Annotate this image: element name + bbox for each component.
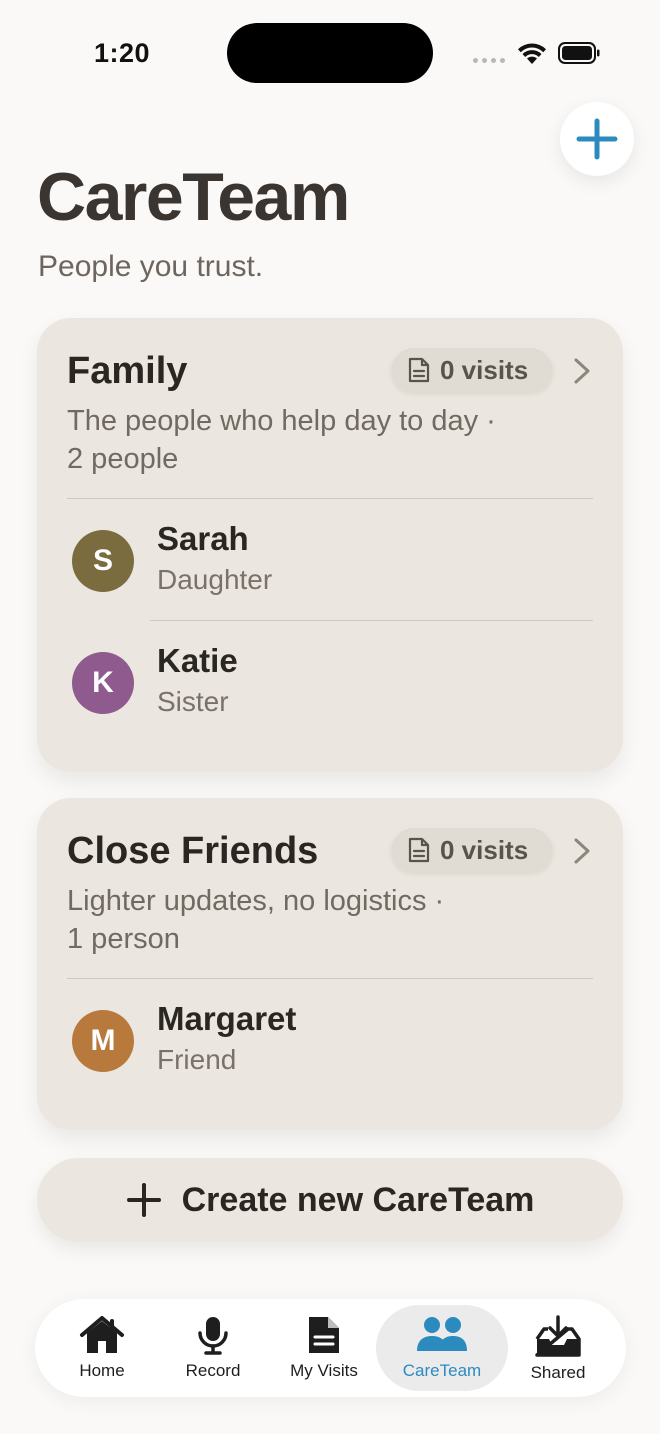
wifi-icon: [518, 43, 546, 64]
avatar: S: [72, 530, 134, 592]
divider: [67, 978, 593, 979]
tab-label: Record: [185, 1361, 241, 1380]
tab-label: Shared: [530, 1363, 586, 1382]
member-name: Sarah: [157, 520, 249, 557]
tab-home[interactable]: Home: [46, 1305, 158, 1391]
chevron-right-icon[interactable]: [571, 838, 593, 864]
page-title: CareTeam: [37, 159, 350, 235]
tab-label: CareTeam: [402, 1361, 482, 1380]
member-name: Katie: [157, 642, 238, 679]
divider: [150, 620, 593, 621]
battery-icon: [558, 42, 600, 64]
careteam-description: Lighter updates, no logistics · 1 person: [67, 885, 445, 955]
visits-count: 0 visits: [440, 834, 529, 865]
member-name: Margaret: [157, 1000, 297, 1037]
page-subtitle: People you trust.: [38, 250, 264, 283]
tab-bar: Home Record My Visits CareTeam Shared: [35, 1299, 626, 1397]
careteam-screen: 1:20 CareTeam People you trust. Family 0…: [0, 0, 660, 1434]
document-icon: [408, 837, 430, 863]
member-role: Daughter: [157, 564, 273, 595]
careteam-name: Close Friends: [67, 830, 319, 872]
tab-shared[interactable]: Shared: [502, 1305, 614, 1391]
careteam-card-family[interactable]: Family 0 visits The people who help day …: [37, 318, 623, 772]
avatar: M: [72, 1010, 134, 1072]
careteam-description: The people who help day to day · 2 peopl…: [67, 405, 496, 475]
create-careteam-label: Create new CareTeam: [181, 1180, 535, 1219]
tab-label: My Visits: [290, 1361, 358, 1380]
tab-record[interactable]: Record: [157, 1305, 269, 1391]
tab-my-visits[interactable]: My Visits: [268, 1305, 380, 1391]
document-icon: [309, 1317, 339, 1353]
create-careteam-button[interactable]: Create new CareTeam: [37, 1158, 623, 1242]
chevron-right-icon[interactable]: [571, 358, 593, 384]
cellular-signal-icon: [473, 58, 505, 63]
divider: [67, 498, 593, 499]
visits-badge[interactable]: 0 visits: [390, 346, 554, 394]
careteam-card-close-friends[interactable]: Close Friends 0 visits Lighter updates, …: [37, 798, 623, 1130]
tab-label: Home: [79, 1361, 125, 1380]
plus-icon: [126, 1183, 161, 1217]
member-row-sarah[interactable]: S Sarah Daughter: [72, 520, 592, 620]
member-row-margaret[interactable]: M Margaret Friend: [72, 1000, 592, 1100]
home-icon: [80, 1316, 124, 1353]
people-icon: [417, 1317, 467, 1351]
avatar: K: [72, 652, 134, 714]
dynamic-island: [227, 23, 433, 83]
tab-careteam[interactable]: CareTeam: [376, 1305, 508, 1391]
add-button[interactable]: [560, 102, 634, 176]
member-row-katie[interactable]: K Katie Sister: [72, 642, 592, 742]
visits-badge[interactable]: 0 visits: [390, 826, 554, 874]
document-icon: [408, 357, 430, 383]
status-time: 1:20: [94, 38, 151, 68]
careteam-name: Family: [67, 350, 188, 392]
visits-count: 0 visits: [440, 354, 529, 385]
member-role: Friend: [157, 1044, 237, 1075]
microphone-icon: [198, 1317, 228, 1355]
member-role: Sister: [157, 686, 229, 717]
plus-icon: [576, 118, 618, 160]
inbox-icon: [535, 1315, 581, 1357]
